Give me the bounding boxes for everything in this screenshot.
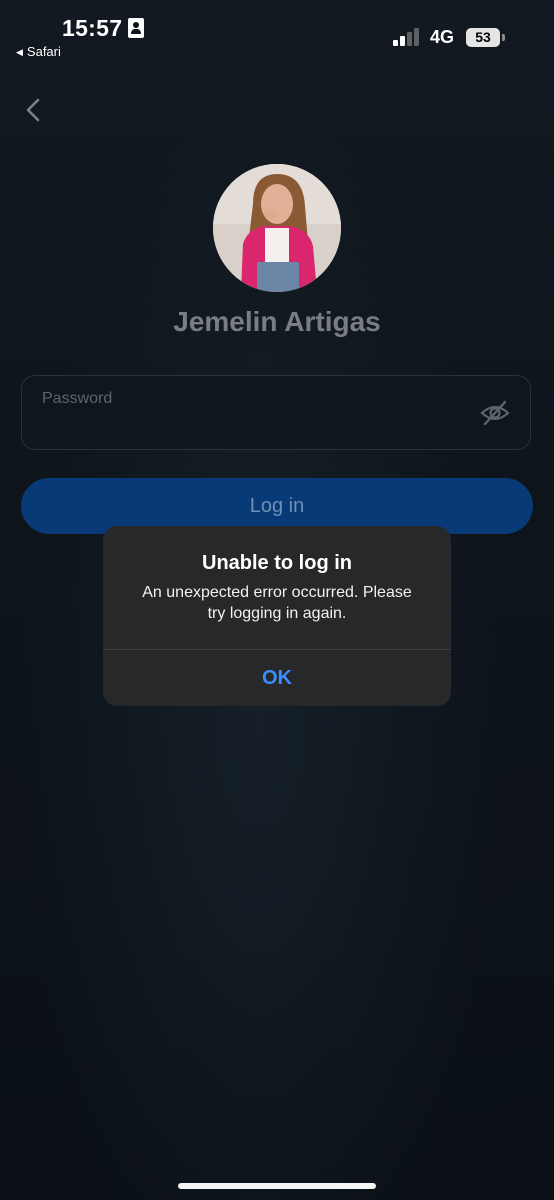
network-type: 4G [430,27,455,47]
status-time: 15:57 [62,15,123,41]
alert-message-line-2: try logging in again. [207,605,347,622]
alert-message: An unexpected error occurred. Please try… [117,582,437,624]
password-label: Password [42,390,113,407]
back-chevron-icon[interactable] [22,96,44,124]
profile-name: Jemelin Artigas [173,306,381,337]
back-to-app-link[interactable]: ◀ Safari [16,44,61,59]
alert-message-line-1: An unexpected error occurred. Please [142,584,412,601]
battery-nub [502,34,505,41]
cellular-signal-icon [393,28,423,46]
hide-password-icon[interactable] [480,398,510,428]
back-triangle-icon: ◀ [16,47,23,57]
contact-card-icon [128,18,144,38]
status-bar: 15:57 ◀ Safari 4G 53 [0,0,554,70]
alert-title: Unable to log in [202,552,352,574]
home-indicator[interactable] [178,1183,376,1189]
error-alert-dialog: Unable to log in An unexpected error occ… [103,526,451,706]
password-input[interactable]: Password [21,375,531,450]
alert-ok-button[interactable]: OK [103,650,451,706]
avatar-photo [213,164,341,292]
login-screen: 15:57 ◀ Safari 4G 53 Jemelin Artigas Pas… [0,0,554,1200]
battery-icon: 53 [466,28,500,47]
back-app-label: Safari [26,44,61,59]
profile-avatar [213,164,341,292]
